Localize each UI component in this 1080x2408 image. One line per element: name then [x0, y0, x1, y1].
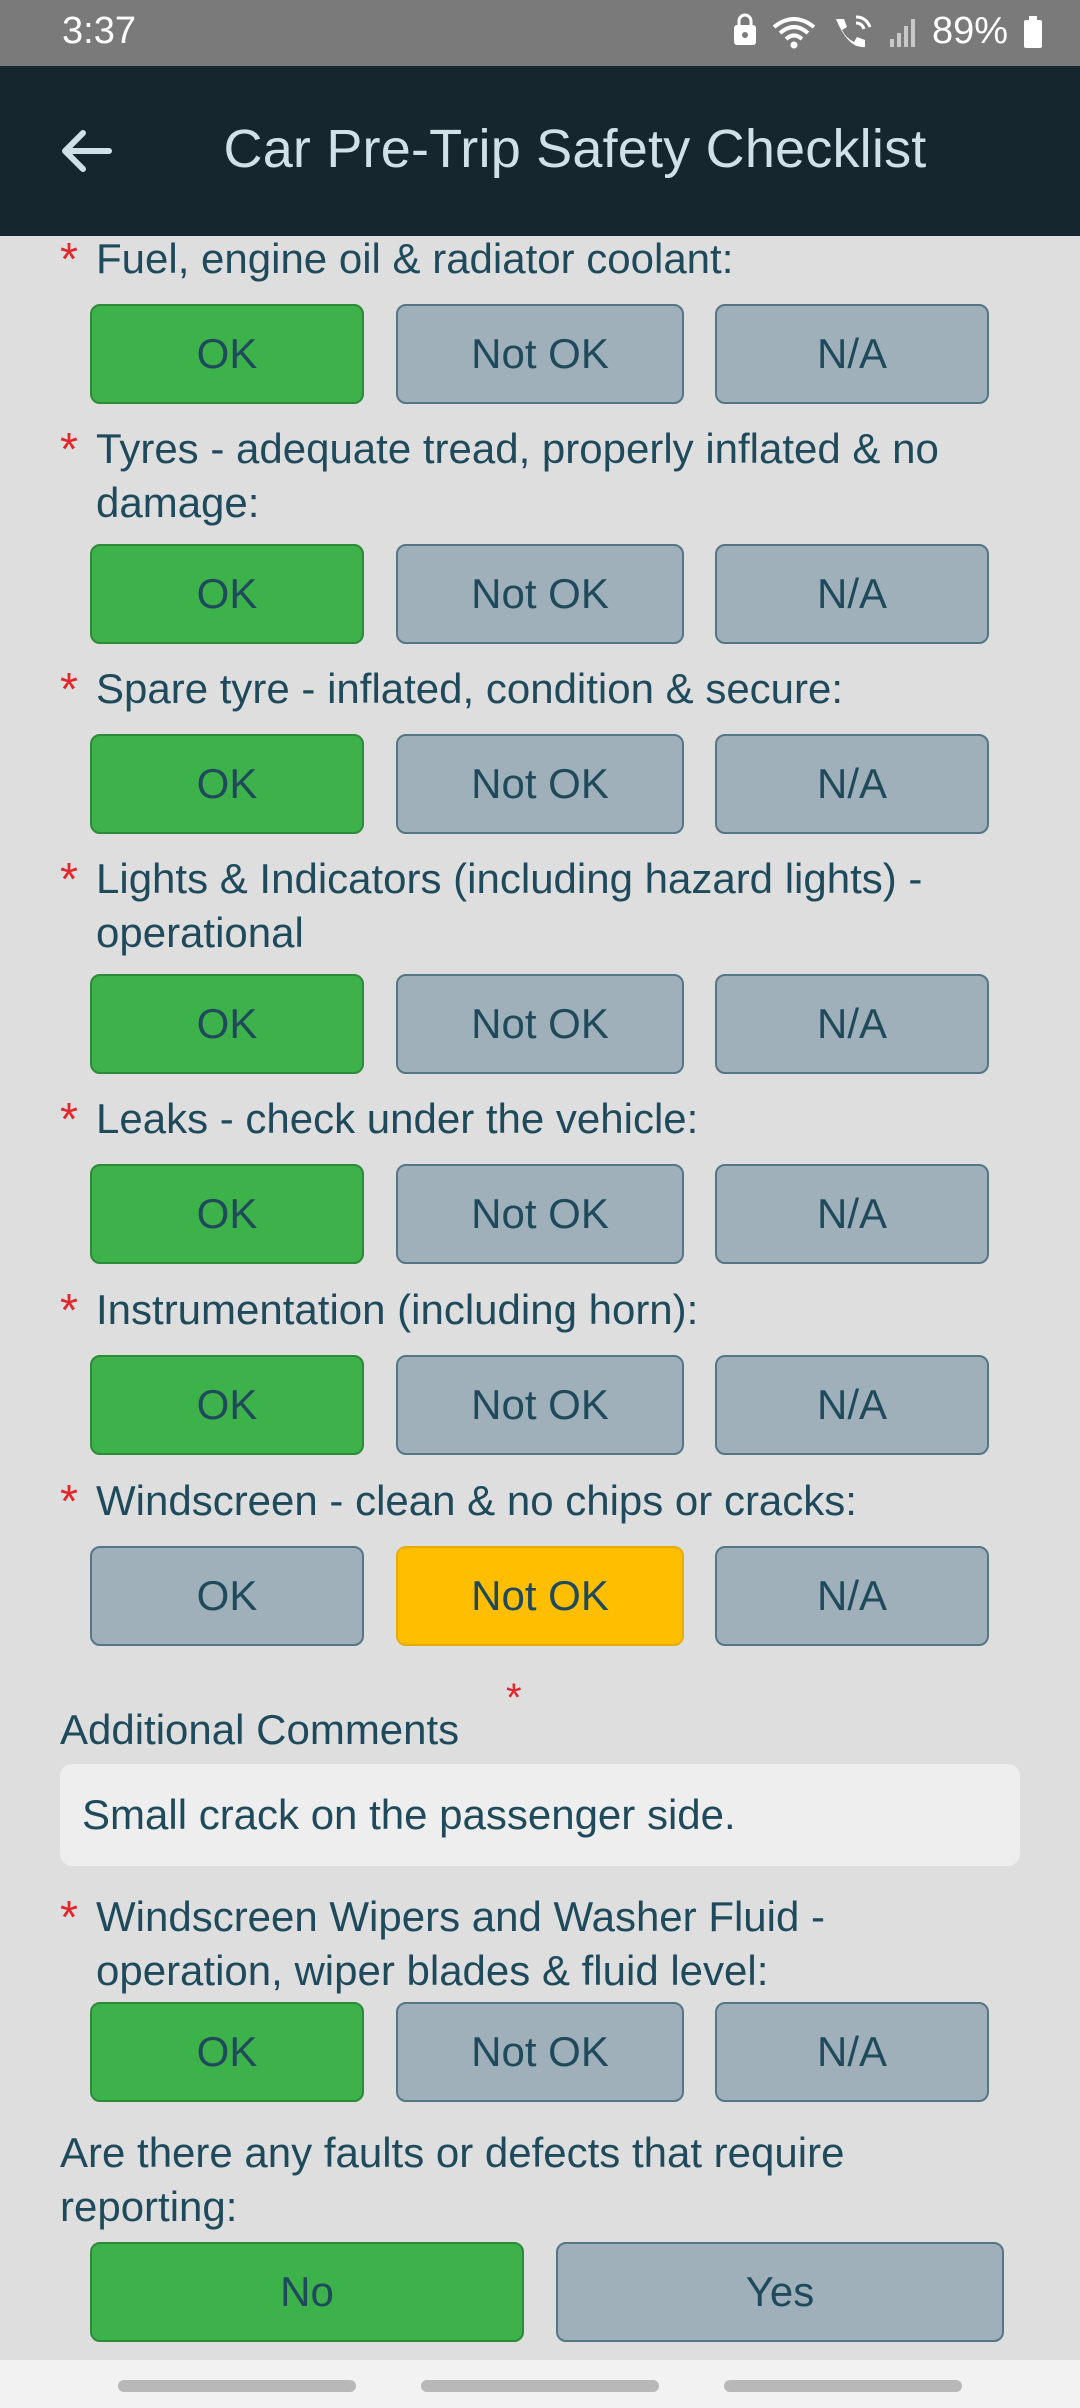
- question-label: Leaks - check under the vehicle:: [96, 1095, 699, 1142]
- question-label: Instrumentation (including horn):: [96, 1286, 699, 1333]
- option-not-ok[interactable]: Not OK: [396, 734, 684, 834]
- page-title: Car Pre-Trip Safety Checklist: [223, 119, 927, 179]
- comments-value: Small crack on the passenger side.: [82, 1791, 736, 1838]
- option-not-ok[interactable]: Not OK: [396, 974, 684, 1074]
- signal-icon: [889, 18, 915, 47]
- option-na[interactable]: N/A: [715, 304, 989, 404]
- required-star: *: [60, 853, 78, 905]
- option-na[interactable]: N/A: [715, 544, 989, 644]
- app-bar: Car Pre-Trip Safety Checklist: [0, 66, 1080, 236]
- option-na[interactable]: N/A: [715, 2002, 989, 2102]
- question-instrumentation: * Instrumentation (including horn):: [60, 1283, 1020, 1337]
- question-fuel: * Fuel, engine oil & radiator coolant:: [60, 236, 1020, 286]
- nav-home-button[interactable]: [421, 2380, 659, 2392]
- question-spare-tyre: * Spare tyre - inflated, condition & sec…: [60, 662, 1020, 716]
- option-ok[interactable]: OK: [90, 1164, 364, 1264]
- required-star: *: [60, 1284, 78, 1336]
- option-na[interactable]: N/A: [715, 974, 989, 1074]
- option-not-ok[interactable]: Not OK: [396, 1355, 684, 1455]
- question-tyres: * Tyres - adequate tread, properly infla…: [60, 422, 1020, 530]
- navigation-bar: [0, 2360, 1080, 2408]
- option-not-ok[interactable]: Not OK: [396, 1164, 684, 1264]
- question-label: Spare tyre - inflated, condition & secur…: [96, 665, 844, 712]
- comments-label: Additional Comments: [60, 1706, 460, 1753]
- option-not-ok[interactable]: Not OK: [396, 304, 684, 404]
- option-na[interactable]: N/A: [715, 1355, 989, 1455]
- question-label: Are there any faults or defects that req…: [60, 2129, 845, 2230]
- question-label: Tyres - adequate tread, properly inflate…: [96, 425, 939, 526]
- question-leaks: * Leaks - check under the vehicle:: [60, 1092, 1020, 1146]
- question-label: Windscreen - clean & no chips or cracks:: [96, 1477, 857, 1524]
- question-label: Fuel, engine oil & radiator coolant:: [96, 236, 734, 282]
- required-star: *: [60, 1093, 78, 1145]
- question-wipers: * Windscreen Wipers and Washer Fluid - o…: [60, 1890, 1020, 1998]
- required-star: *: [60, 1891, 78, 1943]
- status-icons: 89%: [732, 10, 1044, 53]
- wifi-call-icon: [835, 15, 872, 47]
- option-not-ok[interactable]: Not OK: [396, 544, 684, 644]
- option-ok[interactable]: OK: [90, 1355, 364, 1455]
- option-yes[interactable]: Yes: [556, 2242, 1004, 2342]
- option-not-ok[interactable]: Not OK: [396, 1546, 684, 1646]
- required-star: *: [60, 423, 78, 475]
- option-not-ok[interactable]: Not OK: [396, 2002, 684, 2102]
- wifi-icon: [772, 16, 816, 48]
- question-lights: * Lights & Indicators (including hazard …: [60, 852, 1020, 960]
- lock-icon: [733, 13, 756, 45]
- battery-icon: [1024, 15, 1042, 48]
- nav-recents-button[interactable]: [118, 2380, 356, 2392]
- option-ok[interactable]: OK: [90, 1546, 364, 1646]
- nav-back-button[interactable]: [724, 2380, 962, 2392]
- option-ok[interactable]: OK: [90, 734, 364, 834]
- option-na[interactable]: N/A: [715, 1546, 989, 1646]
- battery-percent: 89%: [931, 10, 1008, 52]
- question-label: Lights & Indicators (including hazard li…: [96, 855, 923, 956]
- option-ok[interactable]: OK: [90, 304, 364, 404]
- required-star: *: [60, 236, 78, 285]
- option-ok[interactable]: OK: [90, 544, 364, 644]
- checklist-form[interactable]: * Fuel, engine oil & radiator coolant: O…: [0, 236, 1080, 2360]
- comments-input[interactable]: Small crack on the passenger side.: [60, 1764, 1020, 1866]
- question-label: Windscreen Wipers and Washer Fluid - ope…: [96, 1893, 826, 1994]
- option-ok[interactable]: OK: [90, 974, 364, 1074]
- required-star: *: [60, 663, 78, 715]
- option-no[interactable]: No: [90, 2242, 524, 2342]
- question-windscreen: * Windscreen - clean & no chips or crack…: [60, 1474, 1020, 1528]
- status-time: 3:37: [62, 10, 136, 52]
- required-star: *: [60, 1475, 78, 1527]
- question-faults: Are there any faults or defects that req…: [60, 2126, 1020, 2234]
- option-ok[interactable]: OK: [90, 2002, 364, 2102]
- option-na[interactable]: N/A: [715, 1164, 989, 1264]
- status-bar: 3:37 89%: [0, 0, 1080, 66]
- option-na[interactable]: N/A: [715, 734, 989, 834]
- required-star: *: [506, 1676, 522, 1720]
